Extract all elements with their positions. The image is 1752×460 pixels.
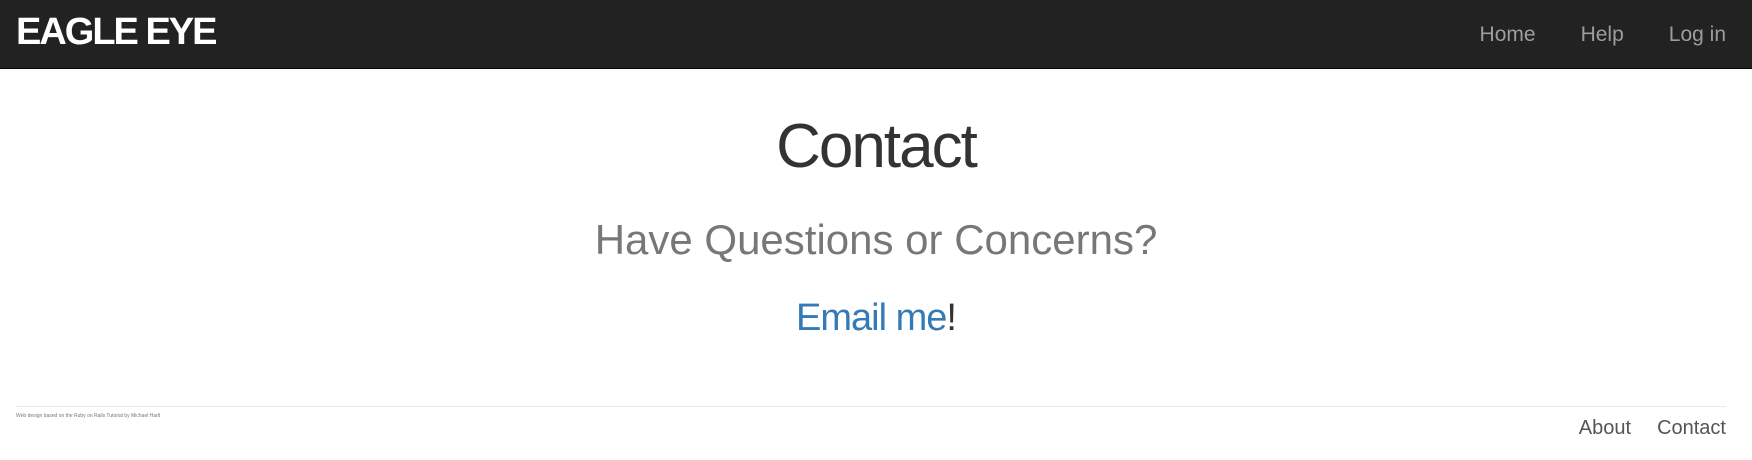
nav-links: Home Help Log in (1435, 0, 1726, 69)
footer-about-link[interactable]: About (1579, 417, 1631, 440)
footer: Web design based on the Ruby on Rails Tu… (16, 406, 1726, 457)
page-subtitle: Have Questions or Concerns? (594, 216, 1158, 263)
nav-home-link[interactable]: Home (1480, 23, 1536, 47)
navbar: EAGLE EYE Home Help Log in (0, 0, 1752, 69)
page-title: Contact (776, 112, 978, 181)
nav-help-link[interactable]: Help (1581, 23, 1624, 47)
email-suffix: ! (946, 297, 957, 339)
email-line: Email me! (0, 297, 1752, 339)
email-me-link[interactable]: Email me (796, 297, 947, 339)
footer-credit: Web design based on the Ruby on Rails Tu… (16, 413, 161, 419)
site-logo[interactable]: EAGLE EYE (16, 12, 217, 52)
footer-links: About Contact (1553, 417, 1726, 440)
footer-contact-link[interactable]: Contact (1657, 417, 1726, 440)
nav-login-link[interactable]: Log in (1669, 23, 1726, 47)
